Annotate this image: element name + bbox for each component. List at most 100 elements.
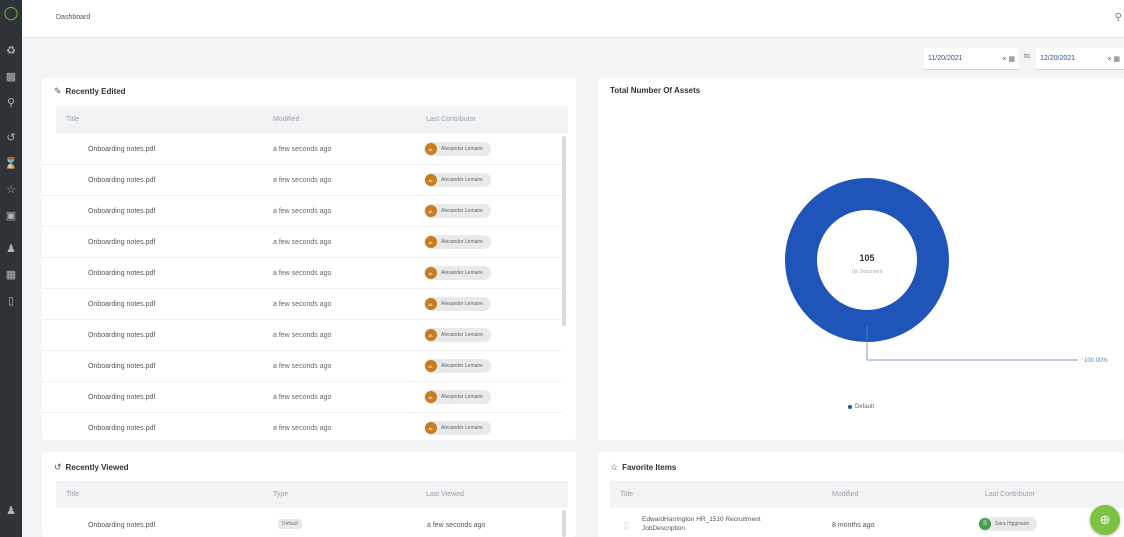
breadcrumb: Dashboard [56,14,91,21]
gallery-icon[interactable]: ▣ [0,208,22,224]
avatar: S [979,518,991,530]
table-row[interactable]: Onboarding notes.pdf a few seconds ago AL A… [42,382,562,413]
contributor-chip[interactable]: AL Alexander Lemaire [424,390,491,404]
contributor-name: Alexander Lemaire [441,425,483,431]
avatar: AL [425,205,437,217]
column-header-title: Title [66,491,79,498]
table-row[interactable]: Onboarding notes.pdf a few seconds ago AL A… [42,134,562,165]
avatar: AL [425,174,437,186]
contributor-chip[interactable]: AL Alexander Lemaire [424,266,491,280]
date-from-field[interactable]: 11/20/2021 × ▦ [924,48,1019,70]
hourglass-icon[interactable]: ⌛ [0,156,22,172]
table-row[interactable]: Onboarding notes.pdf a few seconds ago AL A… [42,165,562,196]
bulb-icon[interactable]: ◯ [0,4,22,20]
floating-action-button[interactable]: ⊕ [1090,505,1120,535]
search-icon[interactable]: ⚲ [1115,12,1122,23]
row-modified: a few seconds ago [273,363,332,370]
row-modified: a few seconds ago [273,146,332,153]
table-row[interactable]: Onboarding notes.pdf a few seconds ago AL A… [42,258,562,289]
column-header-title: Title [620,491,633,498]
type-badge: Default [278,519,302,529]
row-title: Onboarding notes.pdf [88,332,156,339]
row-modified: a few seconds ago [273,270,332,277]
avatar: AL [425,298,437,310]
table-row[interactable]: Onboarding notes.pdf a few seconds ago AL A… [42,289,562,320]
search-icon[interactable]: ⚲ [0,95,22,111]
contributor-chip[interactable]: AL Alexander Lemaire [424,421,491,435]
trash-icon[interactable]: ▯ [0,293,22,309]
user-bottom-icon[interactable]: ♟ [0,503,22,519]
row-last-viewed: a few seconds ago [427,522,486,529]
donut-chart: 105 Up Document 100.00% [785,178,1108,364]
date-to-field[interactable]: 12/20/2021 × ▦ [1036,48,1124,70]
donut-percent-label: 100.00% [1084,358,1108,364]
contributor-chip[interactable]: AL Alexander Lemaire [424,328,491,342]
plus-circle-icon: ⊕ [1099,512,1111,527]
donut-center-value: 105 [859,253,874,263]
sidebar: ◯ ♻ ▩ ⚲ ↺ ⌛ ☆ ▣ ♟ ▦ ▯ ♟ [0,0,22,537]
row-modified: a few seconds ago [273,332,332,339]
favorite-items-title: ☆ Favorite Items [610,462,677,472]
column-header-modified: Modified [832,491,859,498]
contributor-name: Alexander Lemaire [441,239,483,245]
contributor-chip[interactable]: AL Alexander Lemaire [424,235,491,249]
contributor-name: Alexander Lemaire [441,394,483,400]
contributor-name: Alexander Lemaire [441,146,483,152]
table-row[interactable]: Onboarding notes.pdf a few seconds ago AL A… [42,351,562,382]
row-title: Onboarding notes.pdf [88,146,156,153]
recently-edited-title: ✎ Recently Edited [54,86,126,96]
table-row[interactable]: Onboarding notes.pdf Default a few secon… [42,510,562,537]
table-row[interactable]: Onboarding notes.pdf a few seconds ago AL A… [42,227,562,258]
contributor-chip[interactable]: AL Alexander Lemaire [424,142,491,156]
column-header-type: Type [273,491,289,498]
row-title: EdwardHarrington HR_1510 Recruitment Job… [642,516,761,532]
contributor-chip[interactable]: AL Alexander Lemaire [424,204,491,218]
contributor-name: Alexander Lemaire [441,332,483,338]
file-icon: ▯ [624,520,629,530]
contributor-chip[interactable]: AL Alexander Lemaire [424,297,491,311]
row-modified: a few seconds ago [273,394,332,401]
history-icon[interactable]: ↺ [0,130,22,146]
calendar-icon[interactable]: × ▦ [1107,55,1120,63]
chart-legend[interactable]: Default [848,404,874,410]
row-modified: a few seconds ago [273,425,332,432]
row-modified: 8 months ago [832,522,875,529]
table-row[interactable]: ▯ EdwardHarrington HR_1510 Recruitment J… [598,510,1124,537]
row-title: Onboarding notes.pdf [88,270,156,277]
avatar: AL [425,267,437,279]
date-to-value: 12/20/2021 [1040,55,1076,62]
contributor-chip[interactable]: S Sara Higginson [978,517,1038,531]
clipboard-icon[interactable]: ▦ [0,267,22,283]
avatar: AL [425,422,437,434]
pencil-icon: ✎ [54,86,62,96]
sitemap-icon[interactable]: ♻ [0,43,22,59]
row-title: Onboarding notes.pdf [88,301,156,308]
row-title: Onboarding notes.pdf [88,208,156,215]
avatar: AL [425,143,437,155]
date-from-value: 11/20/2021 [928,55,963,62]
top-bar: Dashboard ⚲ [22,0,1124,38]
row-title: Onboarding notes.pdf [88,425,156,432]
row-modified: a few seconds ago [273,208,332,215]
table-row[interactable]: Onboarding notes.pdf a few seconds ago AL A… [42,413,562,444]
scrollbar[interactable] [562,136,566,326]
table-row[interactable]: Onboarding notes.pdf a few seconds ago AL A… [42,196,562,227]
document-icon[interactable]: ▩ [0,69,22,85]
contributor-chip[interactable]: AL Alexander Lemaire [424,173,491,187]
contributor-chip[interactable]: AL Alexander Lemaire [424,359,491,373]
star-icon[interactable]: ☆ [0,182,22,198]
calendar-icon[interactable]: × ▦ [1002,55,1015,63]
user-icon[interactable]: ♟ [0,241,22,257]
recently-edited-card: ✎ Recently Edited Title Modified Last Co… [42,78,576,444]
row-modified: a few seconds ago [273,301,332,308]
avatar: AL [425,360,437,372]
history-icon: ↺ [54,462,62,472]
table-row[interactable]: Onboarding notes.pdf a few seconds ago AL A… [42,320,562,351]
scrollbar[interactable] [562,510,566,537]
row-title: Onboarding notes.pdf [88,177,156,184]
date-to-label: to [1024,53,1030,60]
contributor-name: Alexander Lemaire [441,301,483,307]
star-icon: ☆ [610,462,619,472]
row-title: Onboarding notes.pdf [88,522,156,529]
table-header: Title Modified Last Contributor [56,106,568,133]
